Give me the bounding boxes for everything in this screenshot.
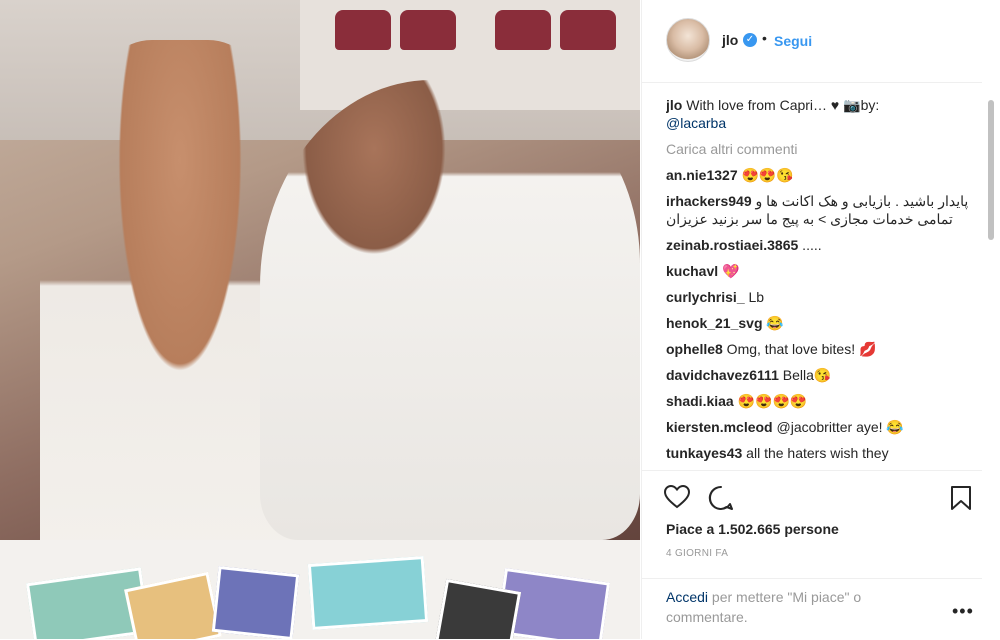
more-options-icon[interactable]: ••• [952, 601, 974, 622]
comments-scrollbar[interactable] [988, 100, 994, 240]
comment-text: ..... [798, 237, 822, 253]
list-item: shadi.kiaa 😍😍😍😍 [666, 392, 982, 410]
login-link[interactable]: Accedi [666, 589, 708, 605]
comment-username[interactable]: davidchavez6111 [666, 367, 779, 383]
list-item: tunkayes43 all the haters wish they [666, 444, 982, 462]
post-photo[interactable] [0, 0, 640, 639]
caption-mention[interactable]: @lacarba [666, 115, 726, 131]
comment-username[interactable]: kiersten.mcleod [666, 419, 773, 435]
comment-text: Bella😘 [778, 367, 832, 383]
load-more-comments-button[interactable]: Carica altri commenti [666, 140, 982, 158]
comment-username[interactable]: tunkayes43 [666, 445, 742, 461]
photo-hat [335, 10, 391, 50]
comment-text: 💖 [718, 263, 740, 279]
caption-text: With love from Capri… ♥ 📷by: [682, 97, 880, 113]
photo-swatch [307, 556, 429, 630]
comment-text: 😍😍😘 [737, 167, 794, 183]
list-item: ophelle8 Omg, that love bites! 💋 [666, 340, 982, 358]
comment-username[interactable]: ophelle8 [666, 341, 723, 357]
comment-username[interactable]: zeinab.rostiaei.3865 [666, 237, 798, 253]
list-item: an.nie1327 😍😍😘 [666, 166, 982, 184]
photo-swatch [211, 565, 300, 639]
comment-bubble-icon[interactable] [708, 485, 734, 516]
list-item: zeinab.rostiaei.3865 ..... [666, 236, 982, 254]
header-dot-separator: • [762, 30, 767, 46]
list-item: davidchavez6111 Bella😘 [666, 366, 982, 384]
photo-man [260, 80, 640, 540]
comment-text: Omg, that love bites! 💋 [722, 341, 877, 357]
list-item: curlychrisi_ Lb [666, 288, 982, 306]
photo-hat [495, 10, 551, 50]
list-item: kuchavl 💖 [666, 262, 982, 280]
header-username[interactable]: jlo [722, 32, 738, 48]
comment-username[interactable]: kuchavl [666, 263, 718, 279]
login-prompt: Accedi per mettere "Mi piace" o commenta… [642, 578, 982, 640]
post-actions: Piace a 1.502.665 persone 4 GIORNI FA [642, 470, 982, 579]
comment-username[interactable]: curlychrisi_ [666, 289, 745, 305]
comment-username[interactable]: irhackers949 [666, 193, 752, 209]
post-header: jlo ✓ • Segui [642, 0, 982, 83]
photo-hat [560, 10, 616, 50]
login-text: Accedi per mettere "Mi piace" o commenta… [666, 587, 936, 627]
comment-text: 😍😍😍😍 [733, 393, 808, 409]
comment-username[interactable]: shadi.kiaa [666, 393, 734, 409]
list-item: irhackers949 پایدار باشید . بازیابی و هک… [666, 192, 982, 228]
comment-username[interactable]: an.nie1327 [666, 167, 738, 183]
comment-text: @jacobritter aye! 😂 [772, 419, 904, 435]
caption: jlo With love from Capri… ♥ 📷by: @lacarb… [666, 96, 982, 132]
likes-count[interactable]: Piace a 1.502.665 persone [666, 521, 839, 537]
verified-badge-icon: ✓ [743, 33, 757, 47]
post-sidebar: jlo ✓ • Segui jlo With love from Capri… … [641, 0, 1000, 639]
comment-text: all the haters wish they [742, 445, 889, 461]
comment-username[interactable]: henok_21_svg [666, 315, 763, 331]
photo-hat [400, 10, 456, 50]
post-timestamp[interactable]: 4 GIORNI FA [666, 548, 728, 559]
comment-text: Lb [744, 289, 765, 305]
comment-text: 😂 [762, 315, 784, 331]
bookmark-icon[interactable] [950, 485, 972, 516]
list-item: henok_21_svg 😂 [666, 314, 982, 332]
list-item: kiersten.mcleod @jacobritter aye! 😂 [666, 418, 982, 436]
comments-list[interactable]: jlo With love from Capri… ♥ 📷by: @lacarb… [666, 96, 982, 468]
heart-icon[interactable] [663, 484, 691, 514]
avatar[interactable] [666, 18, 710, 62]
caption-username[interactable]: jlo [666, 97, 682, 113]
follow-button[interactable]: Segui [774, 33, 812, 49]
